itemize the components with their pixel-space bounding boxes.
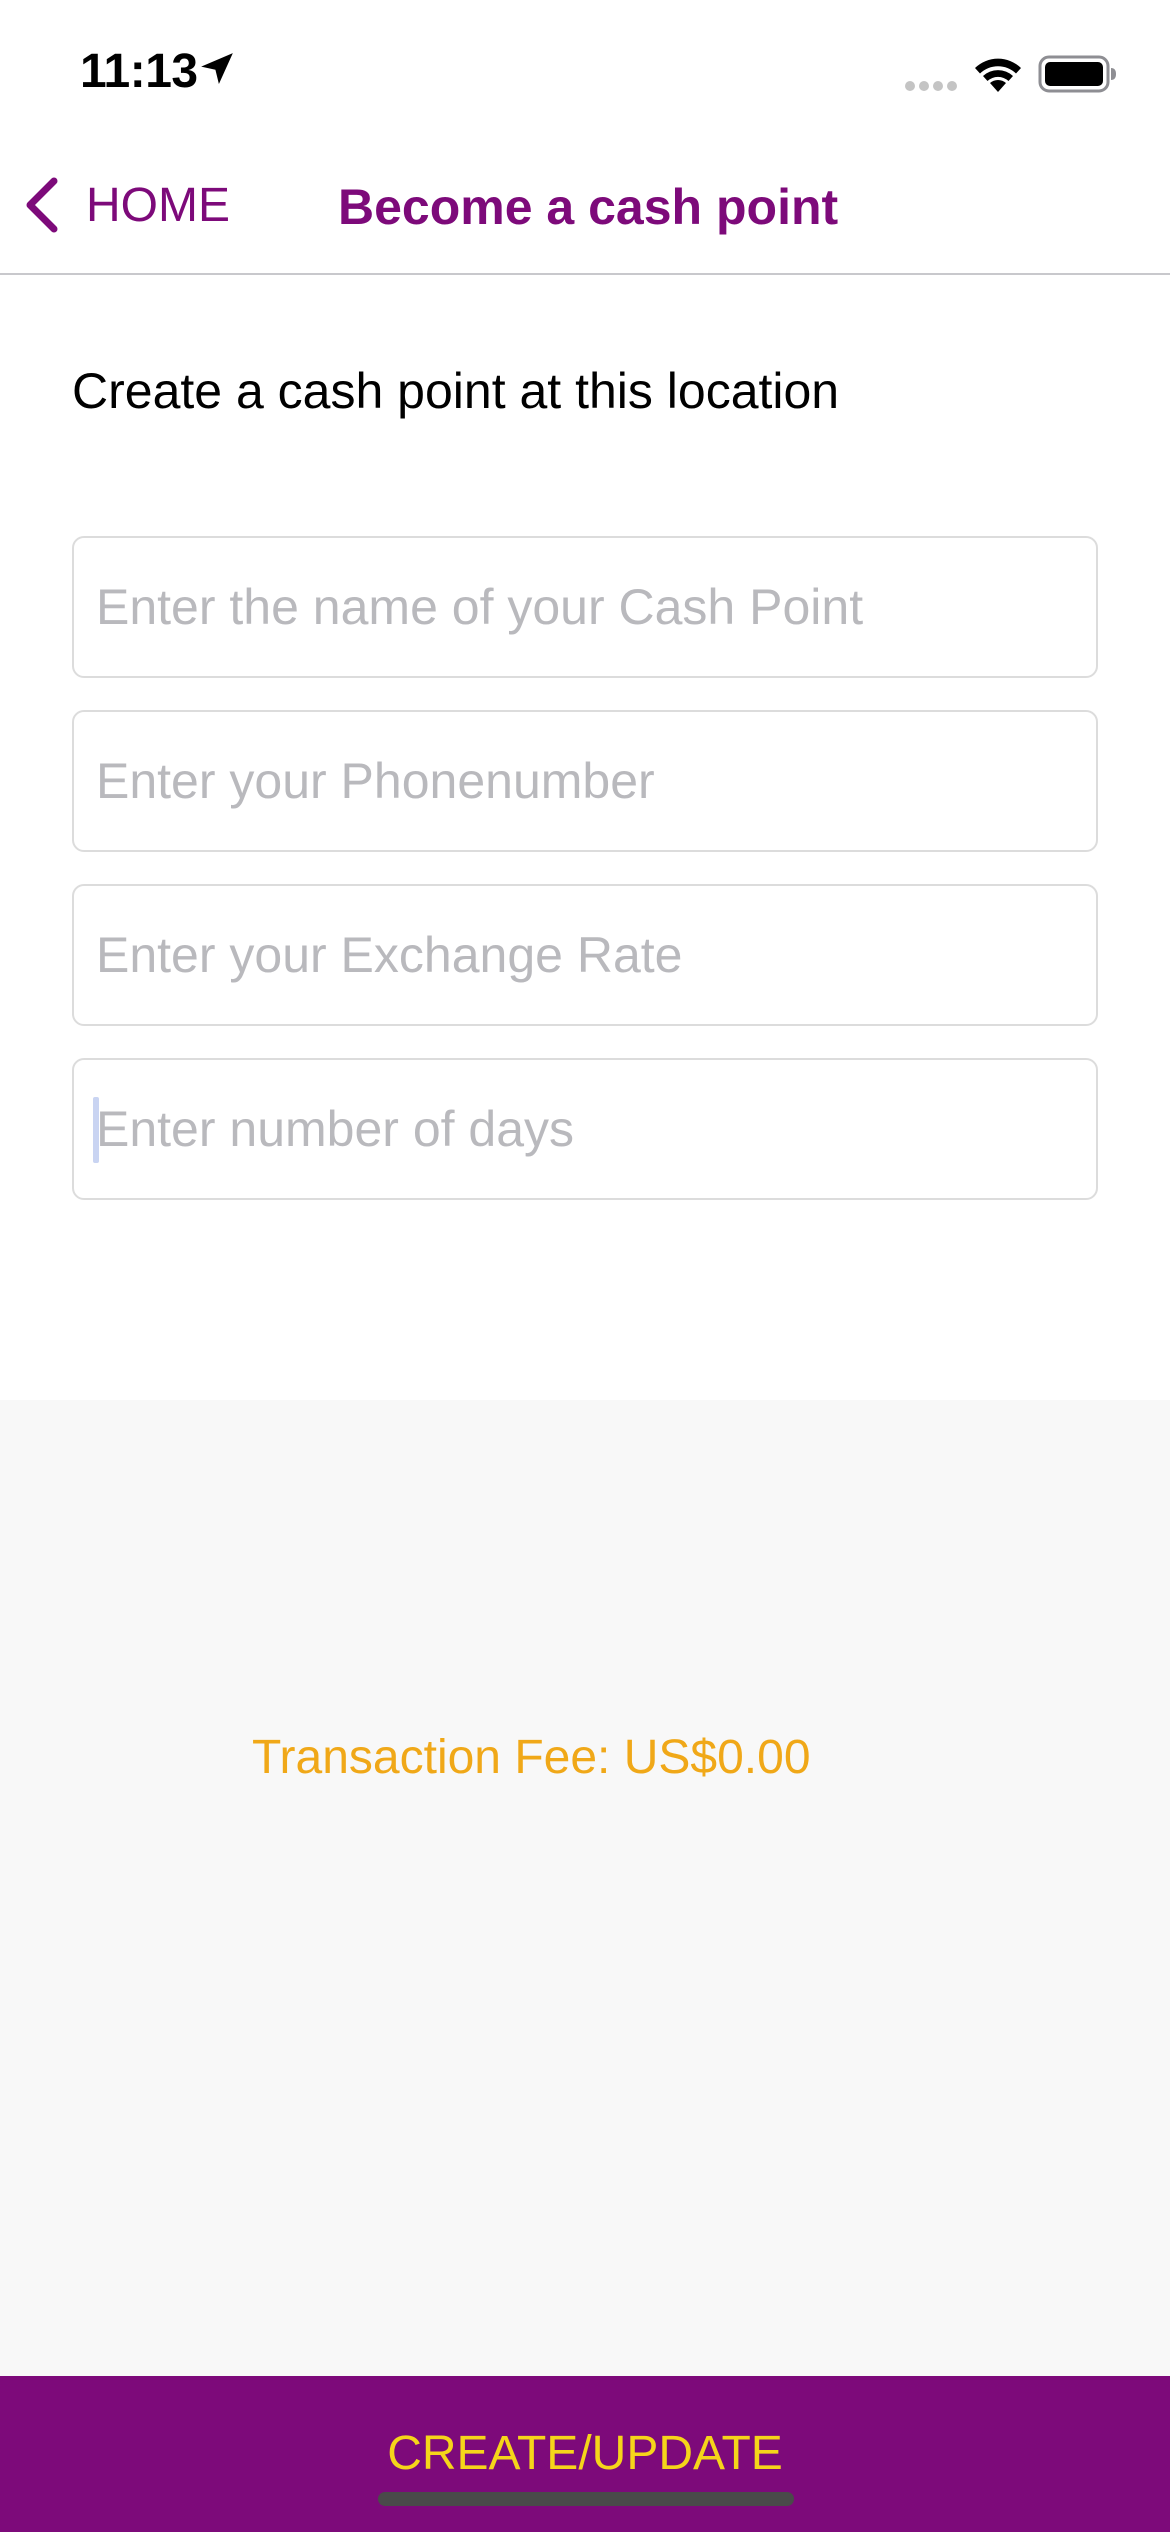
home-indicator	[378, 2492, 794, 2506]
transaction-fee-label: Transaction Fee: US$0.00	[252, 1731, 811, 1784]
navigation-bar: HOME Become a cash point	[0, 140, 1170, 275]
chevron-left-icon	[26, 177, 58, 233]
status-time: 11:13	[80, 45, 198, 98]
back-button[interactable]: HOME	[20, 170, 230, 240]
location-arrow-icon	[201, 53, 233, 85]
page-title: Become a cash point	[338, 179, 839, 235]
phone-number-input[interactable]	[72, 710, 1098, 852]
battery-icon	[1038, 55, 1116, 93]
exchange-rate-input[interactable]	[72, 884, 1098, 1026]
fee-panel: Transaction Fee: US$0.00	[0, 1400, 1170, 2376]
cash-point-name-input[interactable]	[72, 536, 1098, 678]
text-cursor	[93, 1097, 99, 1163]
back-button-label: HOME	[86, 178, 230, 232]
form-heading: Create a cash point at this location	[72, 363, 840, 419]
wifi-icon	[975, 58, 1021, 92]
create-update-button-label: CREATE/UPDATE	[387, 2427, 783, 2480]
create-update-button[interactable]: CREATE/UPDATE	[0, 2376, 1170, 2532]
signal-dots-icon	[905, 81, 957, 91]
status-bar: 11:13	[0, 0, 1170, 140]
number-of-days-input[interactable]	[72, 1058, 1098, 1200]
